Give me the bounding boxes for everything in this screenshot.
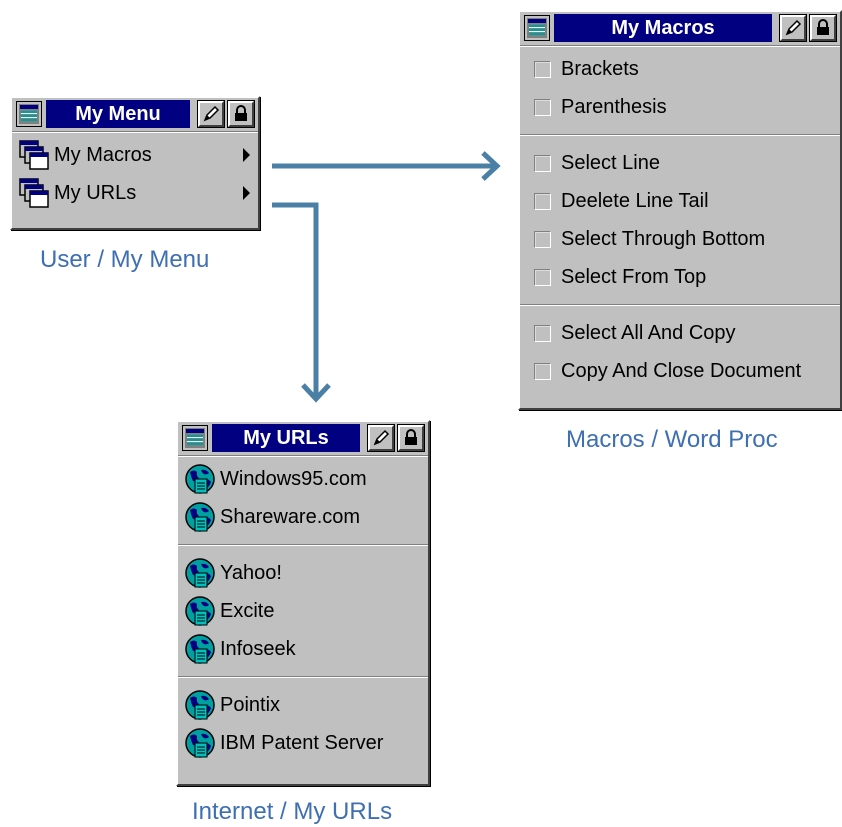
checkbox-icon bbox=[534, 268, 551, 286]
macro-item-label: Select From Top bbox=[561, 265, 707, 288]
my-urls-titlebar: My URLs bbox=[178, 422, 428, 454]
separator bbox=[520, 304, 840, 306]
menu-item[interactable]: My URLs bbox=[12, 174, 258, 212]
my-urls-title[interactable]: My URLs bbox=[212, 424, 360, 452]
macro-item-label: Select Line bbox=[561, 151, 660, 174]
url-item-label: Pointix bbox=[220, 693, 281, 716]
url-item[interactable]: Infoseek bbox=[178, 630, 428, 668]
url-item-label: Infoseek bbox=[220, 637, 296, 660]
url-item[interactable]: Yahoo! bbox=[178, 554, 428, 592]
checkbox-icon bbox=[534, 324, 551, 342]
my-menu-panel: My Menu My Macros My URLs bbox=[10, 96, 260, 230]
my-macros-items: Brackets Parenthesis Select Line Deelete Li… bbox=[520, 50, 840, 390]
url-item[interactable]: Windows95.com bbox=[178, 460, 428, 498]
window-stack-icon bbox=[18, 139, 50, 171]
my-macros-panel: My Macros Brackets Parenthesis Select Line… bbox=[518, 10, 842, 410]
checkbox-icon bbox=[534, 192, 551, 210]
url-item[interactable]: IBM Patent Server bbox=[178, 724, 428, 762]
macro-item-label: Parenthesis bbox=[561, 95, 667, 118]
url-item[interactable]: Pointix bbox=[178, 686, 428, 724]
globe-icon bbox=[184, 463, 216, 495]
separator bbox=[520, 134, 840, 136]
my-menu-items: My Macros My URLs bbox=[12, 136, 258, 212]
lock-icon[interactable] bbox=[227, 100, 255, 128]
macro-item[interactable]: Copy And Close Document bbox=[520, 352, 840, 390]
submenu-arrow-icon bbox=[243, 148, 250, 162]
checkbox-icon bbox=[534, 154, 551, 172]
title-divider bbox=[178, 455, 428, 457]
macro-item[interactable]: Select Through Bottom bbox=[520, 220, 840, 258]
macro-item-label: Select All And Copy bbox=[561, 321, 736, 344]
macro-item[interactable]: Parenthesis bbox=[520, 88, 840, 126]
my-macros-title[interactable]: My Macros bbox=[554, 14, 772, 42]
macro-item[interactable]: Brackets bbox=[520, 50, 840, 88]
globe-icon bbox=[184, 557, 216, 589]
pencil-icon[interactable] bbox=[367, 424, 395, 452]
menu-item-label: My URLs bbox=[54, 181, 137, 204]
macro-item-label: Select Through Bottom bbox=[561, 227, 766, 250]
checkbox-icon bbox=[534, 362, 551, 380]
url-item-label: Yahoo! bbox=[220, 561, 282, 584]
my-macros-titlebar: My Macros bbox=[520, 12, 840, 44]
arrow-to-my-urls bbox=[272, 202, 319, 397]
checkbox-icon bbox=[534, 230, 551, 248]
title-divider bbox=[12, 131, 258, 133]
macro-item[interactable]: Select Line bbox=[520, 144, 840, 182]
my-urls-panel: My URLs Windows95.com Shareware.com Yahoo!… bbox=[176, 420, 430, 786]
separator bbox=[178, 544, 428, 546]
title-divider bbox=[520, 45, 840, 47]
macro-item-label: Deelete Line Tail bbox=[561, 189, 709, 212]
my-menu-title[interactable]: My Menu bbox=[46, 100, 190, 128]
toolbar-icon[interactable] bbox=[524, 15, 550, 41]
toolbar-icon[interactable] bbox=[182, 425, 208, 451]
checkbox-icon bbox=[534, 60, 551, 78]
url-item-label: Shareware.com bbox=[220, 505, 361, 528]
separator bbox=[178, 676, 428, 678]
macro-item-label: Copy And Close Document bbox=[561, 359, 802, 382]
globe-icon bbox=[184, 727, 216, 759]
globe-icon bbox=[184, 633, 216, 665]
submenu-arrow-icon bbox=[243, 186, 250, 200]
pencil-icon[interactable] bbox=[779, 14, 807, 42]
toolbar-icon[interactable] bbox=[16, 101, 42, 127]
window-stack-icon bbox=[18, 177, 50, 209]
url-item-label: Windows95.com bbox=[220, 467, 367, 490]
lock-icon[interactable] bbox=[397, 424, 425, 452]
my-menu-caption: User / My Menu bbox=[40, 246, 210, 273]
checkbox-icon bbox=[534, 98, 551, 116]
url-item[interactable]: Shareware.com bbox=[178, 498, 428, 536]
pencil-icon[interactable] bbox=[197, 100, 225, 128]
macro-item[interactable]: Select From Top bbox=[520, 258, 840, 296]
macro-item-label: Brackets bbox=[561, 57, 639, 80]
my-macros-caption: Macros / Word Proc bbox=[566, 426, 778, 453]
my-urls-caption: Internet / My URLs bbox=[192, 798, 393, 825]
my-urls-items: Windows95.com Shareware.com Yahoo! Excite In… bbox=[178, 460, 428, 762]
globe-icon bbox=[184, 501, 216, 533]
url-item-label: Excite bbox=[220, 599, 275, 622]
lock-icon[interactable] bbox=[809, 14, 837, 42]
globe-icon bbox=[184, 689, 216, 721]
macro-item[interactable]: Select All And Copy bbox=[520, 314, 840, 352]
my-menu-titlebar: My Menu bbox=[12, 98, 258, 130]
url-item-label: IBM Patent Server bbox=[220, 731, 384, 754]
macro-item[interactable]: Deelete Line Tail bbox=[520, 182, 840, 220]
menu-item-label: My Macros bbox=[54, 143, 152, 166]
url-item[interactable]: Excite bbox=[178, 592, 428, 630]
globe-icon bbox=[184, 595, 216, 627]
menu-item[interactable]: My Macros bbox=[12, 136, 258, 174]
